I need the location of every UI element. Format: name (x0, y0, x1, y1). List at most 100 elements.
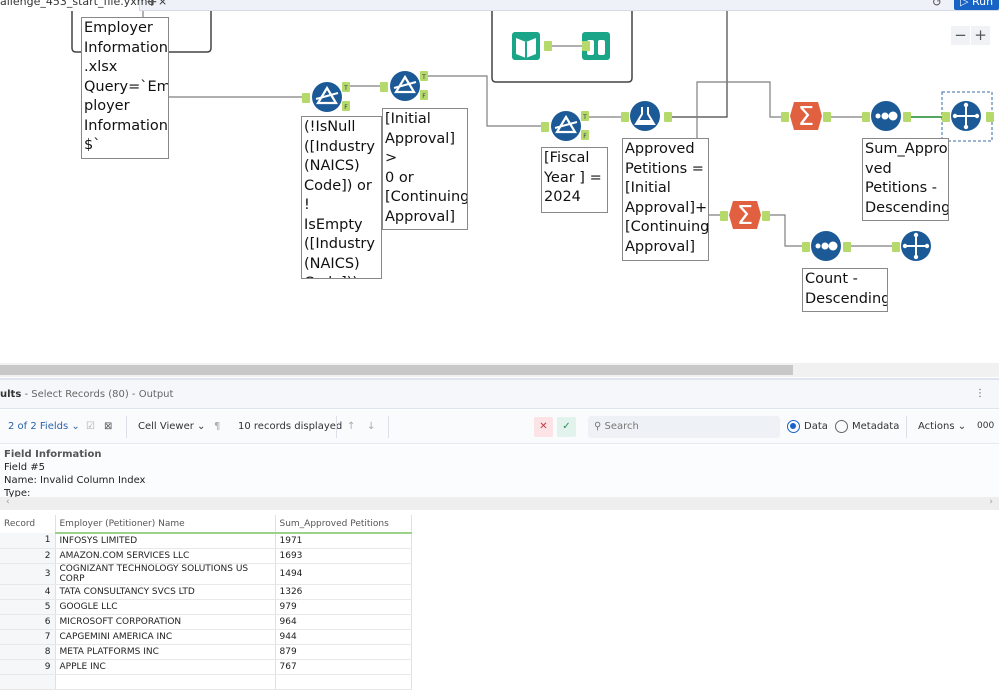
connection-anchor[interactable] (862, 112, 870, 122)
connection-anchor[interactable] (823, 112, 831, 122)
more-options-icon[interactable]: ⋮ (975, 388, 985, 399)
connection-anchor[interactable] (621, 112, 629, 122)
arrow-down-icon[interactable]: ↓ (367, 421, 375, 432)
employer-cell[interactable]: INFOSYS LIMITED (55, 533, 276, 549)
connection-anchor[interactable] (942, 112, 950, 122)
fields-dropdown[interactable]: 2 of 2 Fields ⌄ (8, 421, 80, 432)
summarize-tool-icon[interactable]: Σ (790, 102, 822, 132)
table-row[interactable]: 6 MICROSOFT CORPORATION 964 (0, 614, 412, 630)
connection-anchor[interactable] (986, 112, 994, 122)
close-icon[interactable]: ✕ (534, 417, 553, 437)
zoom-in-button[interactable]: + (971, 26, 990, 45)
summarize-tool-icon[interactable]: Σ (729, 201, 761, 231)
column-header-record[interactable]: Record (0, 515, 56, 533)
connection-anchor[interactable]: T (420, 71, 428, 81)
deselect-icon[interactable]: ⊠ (104, 421, 112, 432)
data-radio[interactable] (787, 420, 800, 433)
employer-cell[interactable]: GOOGLE LLC (55, 599, 276, 615)
pilcrow-icon[interactable]: ¶ (214, 421, 220, 432)
metadata-radio[interactable] (835, 420, 848, 433)
filter-tool-icon[interactable] (312, 82, 342, 112)
sum-cell[interactable]: 979 (275, 599, 412, 615)
table-row[interactable]: 5 GOOGLE LLC 979 (0, 599, 412, 615)
connection-anchor[interactable]: F (342, 101, 350, 111)
record-cell[interactable]: 8 (0, 644, 56, 660)
sum-cell[interactable]: 944 (275, 629, 412, 645)
table-row[interactable]: 3 COGNIZANT TECHNOLOGY SOLUTIONS US CORP 1… (0, 563, 412, 585)
more-button[interactable]: 000 (977, 421, 994, 431)
connection-anchor[interactable]: T (581, 111, 589, 121)
connection-anchor[interactable] (843, 242, 851, 252)
scroll-right-icon: › (989, 497, 993, 507)
record-cell[interactable]: 7 (0, 629, 56, 645)
connection-anchor[interactable] (802, 242, 810, 252)
sum-cell[interactable]: 1326 (275, 584, 412, 600)
record-cell[interactable]: 5 (0, 599, 56, 615)
field-info-scrollbar[interactable]: ‹ › (0, 497, 999, 510)
actions-dropdown[interactable]: Actions ⌄ (918, 421, 966, 432)
field-information: Field Information Field #5 Name: Invalid… (0, 445, 999, 497)
sum-cell[interactable]: 1693 (275, 548, 412, 564)
table-row[interactable]: 9 APPLE INC 767 (0, 659, 412, 675)
data-radio-label[interactable]: Data (804, 421, 828, 432)
employer-cell[interactable]: COGNIZANT TECHNOLOGY SOLUTIONS US CORP (55, 563, 276, 585)
formula-tool-icon[interactable] (630, 101, 660, 131)
connection-anchor[interactable]: F (581, 130, 589, 140)
filter-tool-icon[interactable] (551, 111, 581, 141)
record-cell[interactable]: 2 (0, 548, 56, 564)
record-cell[interactable]: 9 (0, 659, 56, 675)
sum-cell[interactable]: 767 (275, 659, 412, 675)
connection-anchor[interactable] (762, 211, 770, 221)
column-header-sum[interactable]: Sum_Approved Petitions (275, 515, 412, 534)
employer-cell[interactable]: META PLATFORMS INC (55, 644, 276, 660)
sum-cell[interactable]: 879 (275, 644, 412, 660)
connection-anchor[interactable]: T (342, 82, 350, 92)
employer-cell[interactable]: AMAZON.COM SERVICES LLC (55, 548, 276, 564)
table-row[interactable]: 8 META PLATFORMS INC 879 (0, 644, 412, 660)
record-cell[interactable]: 6 (0, 614, 56, 630)
employer-cell[interactable]: TATA CONSULTANCY SVCS LTD (55, 584, 276, 600)
canvas-scrollbar-thumb[interactable] (0, 365, 793, 375)
column-header-employer[interactable]: Employer (Petitioner) Name (55, 515, 276, 534)
zoom-out-button[interactable]: − (951, 26, 970, 45)
table-row[interactable]: 1 INFOSYS LIMITED 1971 (0, 533, 412, 549)
sum-cell[interactable]: 1494 (275, 563, 412, 585)
connection-anchor[interactable] (544, 41, 552, 51)
connection-anchor[interactable]: F (420, 90, 428, 100)
connection-anchor[interactable] (664, 112, 672, 122)
sum-cell[interactable] (275, 674, 412, 690)
cell-viewer-dropdown[interactable]: Cell Viewer ⌄ (138, 421, 205, 432)
table-row[interactable]: 2 AMAZON.COM SERVICES LLC 1693 (0, 548, 412, 564)
connection-anchor[interactable] (781, 112, 789, 122)
sort-tool-icon[interactable] (811, 231, 841, 261)
connection-anchor[interactable] (720, 211, 728, 221)
record-cell[interactable]: 3 (0, 563, 56, 585)
table-row[interactable]: 7 CAPGEMINI AMERICA INC 944 (0, 629, 412, 645)
employer-cell[interactable]: MICROSOFT CORPORATION (55, 614, 276, 630)
connection-anchor[interactable] (380, 82, 388, 92)
connection-anchor[interactable] (903, 112, 911, 122)
check-icon[interactable]: ✓ (557, 417, 576, 437)
record-cell[interactable]: 4 (0, 584, 56, 600)
connection-anchor[interactable] (582, 41, 590, 51)
employer-cell[interactable] (55, 674, 276, 690)
record-cell[interactable] (0, 674, 56, 690)
sort-tool-icon[interactable] (871, 101, 901, 131)
arrow-up-icon[interactable]: ↑ (347, 421, 355, 432)
employer-cell[interactable]: CAPGEMINI AMERICA INC (55, 629, 276, 645)
metadata-radio-label[interactable]: Metadata (852, 421, 899, 432)
sum-cell[interactable]: 964 (275, 614, 412, 630)
table-row[interactable] (0, 674, 412, 690)
connection-anchor[interactable] (541, 122, 549, 132)
connection-anchor[interactable] (302, 93, 310, 103)
table-row[interactable]: 4 TATA CONSULTANCY SVCS LTD 1326 (0, 584, 412, 600)
search-input[interactable]: ⚲ Search (588, 416, 780, 438)
sum-cell[interactable]: 1971 (275, 533, 412, 549)
filter-tool-icon[interactable] (390, 71, 420, 101)
record-cell[interactable]: 1 (0, 533, 56, 549)
connection-anchor[interactable] (892, 242, 900, 252)
select-all-icon[interactable]: ☑ (86, 421, 95, 432)
select-records-tool-icon[interactable] (951, 101, 981, 131)
employer-cell[interactable]: APPLE INC (55, 659, 276, 675)
select-records-tool-icon[interactable] (901, 231, 931, 261)
